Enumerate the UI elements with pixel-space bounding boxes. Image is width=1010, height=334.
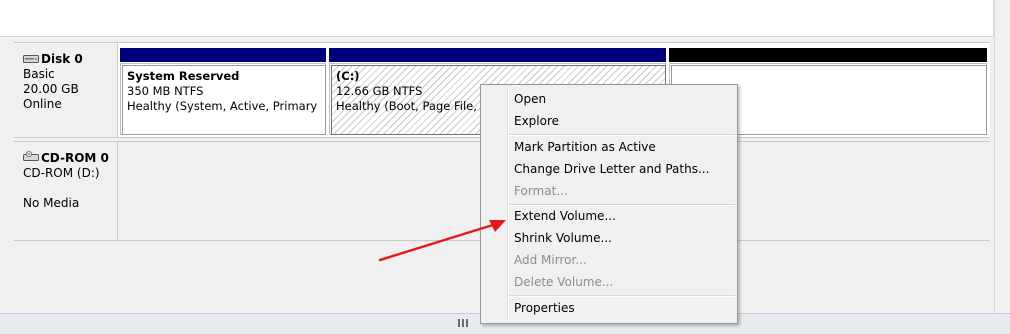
disk-0-status: Online <box>23 97 62 111</box>
disk-0-name: Disk 0 <box>41 52 83 66</box>
cd-rom-drive-icon <box>23 151 39 161</box>
menu-item-format[interactable]: Format... <box>481 180 737 202</box>
annotation-arrow-icon <box>378 220 506 262</box>
menu-item-label: Shrink Volume... <box>514 231 612 245</box>
menu-item-change-drive-letter[interactable]: Change Drive Letter and Paths... <box>481 158 737 180</box>
menu-item-extend-volume[interactable]: Extend Volume... <box>481 205 737 227</box>
partition-health: Healthy (Boot, Page File, Cr <box>336 99 486 113</box>
partition-title: System Reserved <box>127 69 240 83</box>
menu-item-add-mirror[interactable]: Add Mirror... <box>481 249 737 271</box>
menu-item-delete-volume[interactable]: Delete Volume... <box>481 271 737 293</box>
disk-0-type: Basic <box>23 67 55 81</box>
menu-item-label: Properties <box>514 301 575 315</box>
menu-item-explore[interactable]: Explore <box>481 110 737 132</box>
partition-system-reserved[interactable]: System Reserved 350 MB NTFS Healthy (Sys… <box>120 63 326 135</box>
menu-item-label: Format... <box>514 184 568 198</box>
menu-item-label: Extend Volume... <box>514 209 616 223</box>
menu-item-label: Delete Volume... <box>514 275 614 289</box>
volume-list-pane[interactable] <box>0 0 994 37</box>
cdrom-0-type: CD-ROM (D:) <box>23 166 100 180</box>
cdrom-0-label[interactable]: CD-ROM 0 CD-ROM (D:) No Media <box>14 141 118 241</box>
menu-item-properties[interactable]: Properties <box>481 297 737 319</box>
menu-item-label: Change Drive Letter and Paths... <box>514 162 710 176</box>
disk-0-size: 20.00 GB <box>23 82 79 96</box>
vertical-scrollbar[interactable] <box>994 0 1010 313</box>
context-menu: Open Explore Mark Partition as Active Ch… <box>480 84 738 324</box>
partition-filesystem: 350 MB NTFS <box>127 84 204 98</box>
partition-unallocated-bar <box>669 48 987 62</box>
disk-0-label[interactable]: Disk 0 Basic 20.00 GB Online <box>14 42 118 138</box>
cdrom-0-status: No Media <box>23 196 80 210</box>
menu-item-open[interactable]: Open <box>481 88 737 110</box>
menu-item-label: Add Mirror... <box>514 253 587 267</box>
partition-c-bar <box>329 48 666 62</box>
splitter-grip-icon[interactable] <box>458 316 470 327</box>
menu-item-label: Explore <box>514 114 560 128</box>
hard-disk-icon <box>23 55 39 63</box>
menu-item-label: Mark Partition as Active <box>514 140 656 154</box>
partition-title: (C:) <box>336 69 360 83</box>
menu-item-label: Open <box>514 92 547 106</box>
cdrom-0-name: CD-ROM 0 <box>41 151 109 165</box>
partition-health: Healthy (System, Active, Primary Part <box>127 99 321 113</box>
menu-item-shrink-volume[interactable]: Shrink Volume... <box>481 227 737 249</box>
menu-item-mark-partition-active[interactable]: Mark Partition as Active <box>481 136 737 158</box>
partition-system-reserved-bar <box>120 48 326 62</box>
